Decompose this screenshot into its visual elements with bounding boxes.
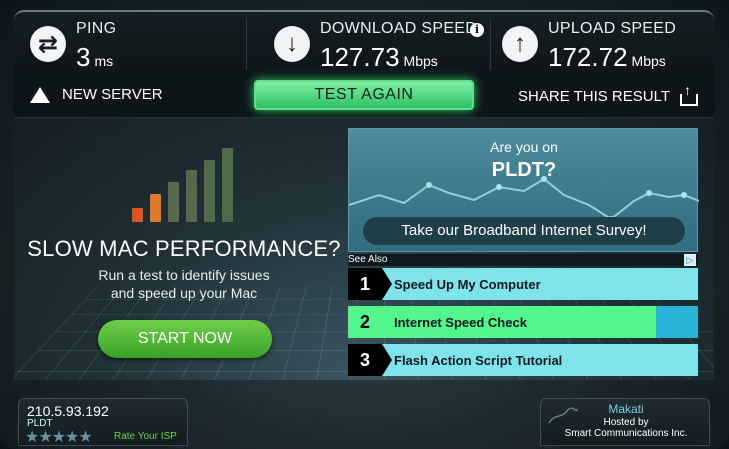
- share-label: SHARE THIS RESULT: [518, 87, 670, 105]
- host-name: Smart Communications Inc.: [564, 428, 688, 439]
- link-text: Speed Up My Computer: [394, 276, 541, 292]
- download-number: 127.73: [320, 42, 400, 72]
- share-icon: ↑: [680, 82, 698, 106]
- ping-arrows-icon: ⇄: [30, 26, 66, 62]
- ping-stat: ⇄ PING 3 ms: [14, 12, 264, 74]
- hosted-by-label: Hosted by: [603, 417, 649, 428]
- new-server-label: NEW SERVER: [62, 86, 163, 103]
- ad-subtext-line2: and speed up your Mac: [110, 285, 258, 301]
- rate-isp-link[interactable]: Rate Your ISP: [114, 431, 177, 442]
- ping-label: PING: [76, 20, 117, 37]
- upload-arrow-icon: ↑: [502, 26, 538, 62]
- pldt-question-line1: Are you on: [490, 139, 558, 155]
- stats-bar: ⇄ PING 3 ms ↓ DOWNLOAD SPEED i 127.73 Mbps…: [14, 10, 714, 74]
- ping-unit: ms: [94, 53, 114, 69]
- isp-panel: 210.5.93.192 PLDT ★★★★★ Rate Your ISP: [18, 398, 188, 446]
- info-icon[interactable]: i: [470, 23, 484, 37]
- start-now-button[interactable]: START NOW: [98, 320, 272, 358]
- ad-subtext-line1: Run a test to identify issues: [98, 267, 270, 283]
- upload-label: UPLOAD SPEED: [548, 20, 677, 37]
- main-panel: SLOW MAC PERFORMANCE? Run a test to iden…: [14, 118, 714, 380]
- upload-stat: ↑ UPLOAD SPEED 172.72 Mbps: [484, 12, 714, 74]
- see-also-link-3[interactable]: 3 Flash Action Script Tutorial: [348, 344, 698, 376]
- download-stat: ↓ DOWNLOAD SPEED i 127.73 Mbps: [264, 12, 491, 74]
- upload-number: 172.72: [548, 42, 628, 72]
- rating-stars[interactable]: ★★★★★: [25, 427, 93, 447]
- download-value: 127.73 Mbps: [320, 42, 438, 73]
- share-result-button[interactable]: SHARE THIS RESULT ↑: [518, 82, 698, 106]
- see-also-link-1[interactable]: 1 Speed Up My Computer: [348, 268, 698, 300]
- ad-headline: SLOW MAC PERFORMANCE?: [27, 236, 341, 261]
- upload-unit: Mbps: [631, 53, 666, 69]
- download-unit: Mbps: [403, 53, 438, 69]
- server-triangle-icon: [30, 86, 50, 103]
- link-number: 2: [348, 306, 392, 338]
- see-also-title: See Also: [348, 254, 388, 265]
- download-arrow-icon: ↓: [274, 26, 310, 62]
- upload-value: 172.72 Mbps: [548, 42, 666, 73]
- ip-address: 210.5.93.192: [27, 403, 109, 419]
- ping-number: 3: [76, 42, 91, 72]
- link-text: Flash Action Script Tutorial: [394, 352, 563, 368]
- link-text: Internet Speed Check: [394, 314, 527, 330]
- actions-bar: NEW SERVER TEST AGAIN SHARE THIS RESULT …: [14, 74, 714, 118]
- download-label: DOWNLOAD SPEED: [320, 20, 478, 37]
- speedtest-window: ⇄ PING 3 ms ↓ DOWNLOAD SPEED i 127.73 Mbps…: [0, 0, 729, 449]
- test-again-button[interactable]: TEST AGAIN: [254, 80, 474, 110]
- mac-performance-ad[interactable]: SLOW MAC PERFORMANCE? Run a test to iden…: [14, 118, 354, 380]
- server-location: Makati: [608, 402, 644, 416]
- ping-value: 3 ms: [76, 42, 113, 73]
- server-panel: Makati Hosted by Smart Communications In…: [540, 398, 710, 446]
- server-host: Hosted by Smart Communications Inc.: [541, 417, 711, 439]
- link-number: 1: [348, 268, 392, 300]
- stat-divider: [246, 18, 247, 70]
- survey-button[interactable]: Take our Broadband Internet Survey!: [363, 217, 685, 245]
- signal-bars-graphic: [130, 148, 240, 222]
- see-also-header: See Also ▷: [348, 254, 698, 266]
- link-number: 3: [348, 344, 392, 376]
- adchoices-icon[interactable]: ▷: [684, 254, 696, 266]
- pldt-question-line2: PLDT?: [491, 159, 557, 181]
- ad-subtext: Run a test to identify issues and speed …: [14, 266, 354, 302]
- new-server-button[interactable]: NEW SERVER: [30, 86, 163, 103]
- see-also-link-2[interactable]: 2 Internet Speed Check: [348, 306, 698, 338]
- pldt-survey-ad[interactable]: Are you on PLDT? Take our Broadband Inte…: [348, 128, 699, 252]
